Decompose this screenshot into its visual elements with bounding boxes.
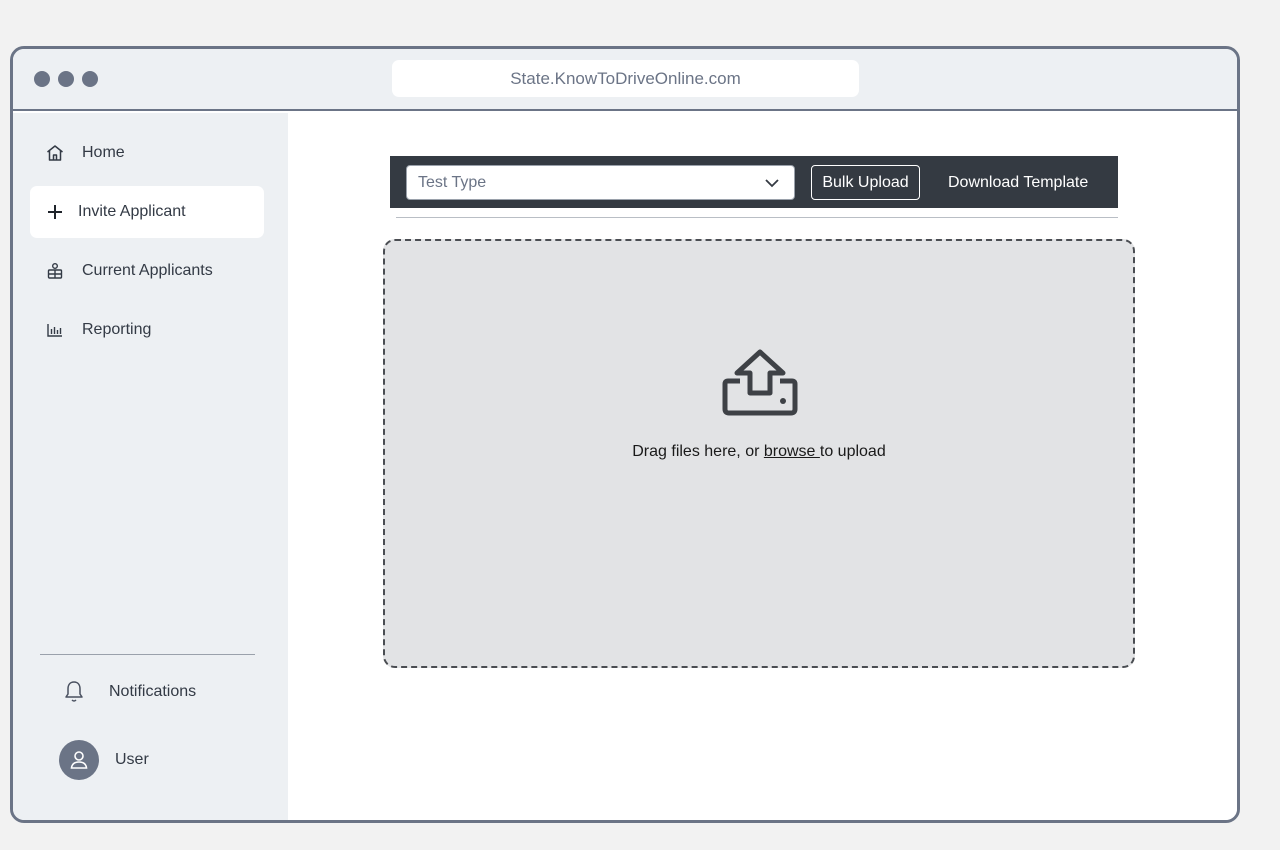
window-dot-minimize[interactable] <box>58 71 74 87</box>
bar-chart-icon <box>44 319 66 341</box>
bulk-upload-button[interactable]: Bulk Upload <box>811 165 920 200</box>
upload-toolbar: Test Type Bulk Upload Download Template <box>390 156 1118 208</box>
chevron-down-icon <box>765 179 779 188</box>
bell-icon <box>59 680 89 704</box>
sidebar: Home Invite Applicant Current Applicants <box>13 113 288 820</box>
user-label: User <box>115 751 149 768</box>
home-icon <box>44 142 66 164</box>
sidebar-item-label: Current Applicants <box>82 262 213 279</box>
toolbar-divider <box>396 217 1118 218</box>
test-type-select[interactable]: Test Type <box>406 165 795 200</box>
window-dot-maximize[interactable] <box>82 71 98 87</box>
sidebar-item-label: Home <box>82 144 125 161</box>
sidebar-item-reporting[interactable]: Reporting <box>30 304 264 356</box>
browse-link[interactable]: browse <box>764 443 820 460</box>
sidebar-item-label: Invite Applicant <box>78 203 186 220</box>
dropzone-text: Drag files here, or browse to upload <box>385 443 1133 461</box>
browser-window: State.KnowToDriveOnline.com Home Invite … <box>10 46 1240 823</box>
dropzone-text-before: Drag files here, or <box>632 443 764 460</box>
upload-icon <box>722 349 798 416</box>
browser-titlebar: State.KnowToDriveOnline.com <box>13 49 1237 111</box>
notifications-item[interactable]: Notifications <box>59 680 196 704</box>
dropzone-text-after: to upload <box>819 443 886 460</box>
sidebar-item-invite-applicant[interactable]: Invite Applicant <box>30 186 264 238</box>
download-template-button[interactable]: Download Template <box>948 165 1088 200</box>
sidebar-item-home[interactable]: Home <box>30 127 264 179</box>
sidebar-divider <box>40 654 255 655</box>
sidebar-item-current-applicants[interactable]: Current Applicants <box>30 245 264 297</box>
plus-icon <box>44 201 66 223</box>
main-content: Test Type Bulk Upload Download Template … <box>288 113 1237 820</box>
user-icon <box>70 751 88 769</box>
sidebar-item-label: Reporting <box>82 321 152 338</box>
applicants-icon <box>44 260 66 282</box>
notifications-label: Notifications <box>109 683 197 700</box>
address-bar[interactable]: State.KnowToDriveOnline.com <box>392 60 859 97</box>
user-menu[interactable]: User <box>59 740 149 780</box>
window-dot-close[interactable] <box>34 71 50 87</box>
test-type-select-value: Test Type <box>418 174 487 191</box>
avatar <box>59 740 99 780</box>
file-dropzone[interactable]: Drag files here, or browse to upload <box>383 239 1135 668</box>
